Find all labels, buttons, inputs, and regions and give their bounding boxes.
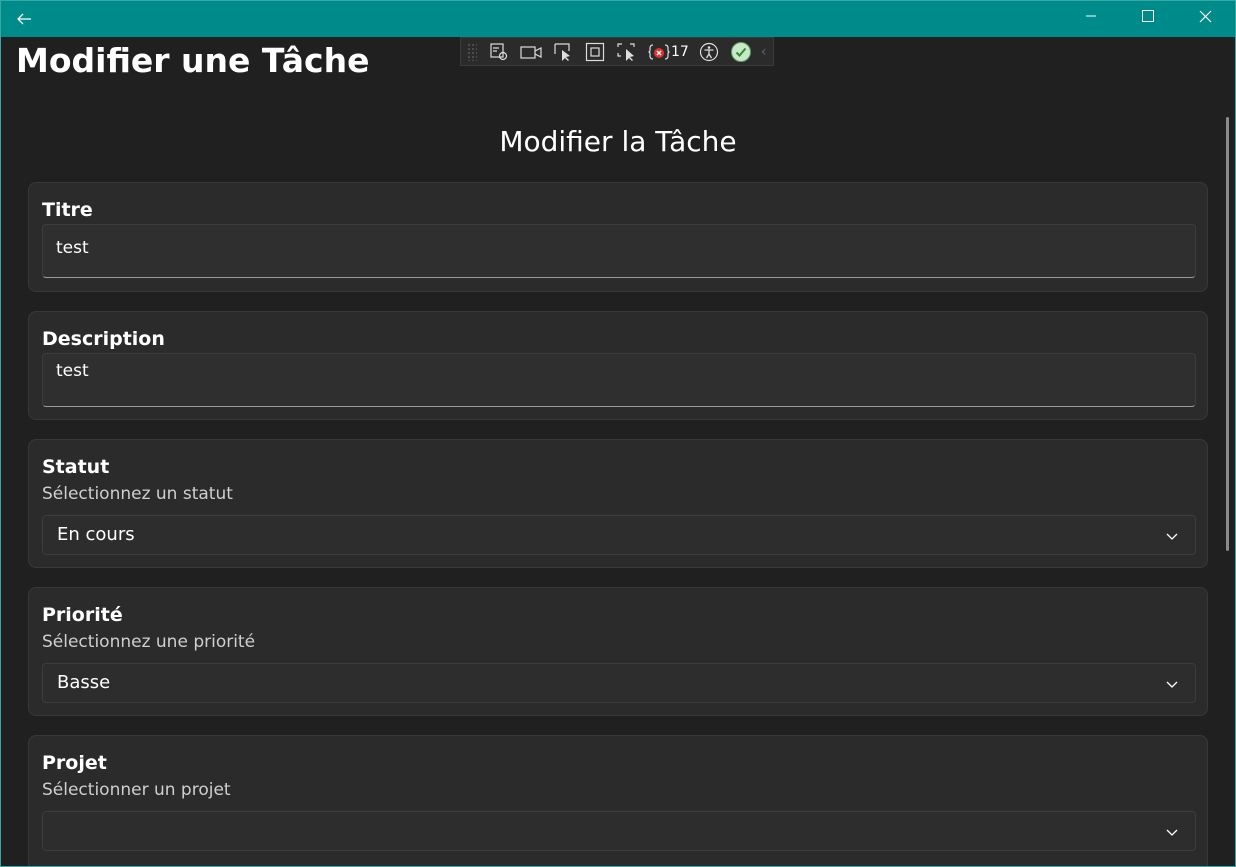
priority-label: Priorité [42, 604, 123, 626]
focus-track-icon [617, 42, 635, 61]
priority-card: Priorité Sélectionnez une priorité Basse [28, 587, 1208, 716]
form-title: Modifier la Tâche [499, 125, 737, 158]
status-hint: Sélectionnez un statut [42, 484, 233, 504]
accessibility-icon [699, 42, 718, 61]
binding-error-icon [648, 43, 670, 60]
collapse-toolbar-icon[interactable]: ‹ [761, 44, 767, 60]
description-card: Description test [28, 311, 1208, 420]
title-input[interactable]: test [42, 224, 1196, 278]
track-focused-element-button[interactable] [611, 39, 643, 65]
page-title: Modifier une Tâche [16, 41, 370, 80]
visual-tree-icon [490, 42, 508, 60]
title-card: Titre test [28, 182, 1208, 292]
description-label: Description [42, 328, 165, 350]
binding-failure-count: 17 [671, 43, 689, 60]
minimize-button[interactable] [1063, 1, 1119, 31]
maximize-button[interactable] [1120, 1, 1176, 31]
select-pointer-icon [554, 42, 570, 61]
description-input[interactable]: test [42, 353, 1196, 407]
chevron-down-icon [1166, 681, 1178, 688]
status-selected-value: En cours [57, 524, 135, 545]
display-layout-adorners-button[interactable] [579, 39, 611, 65]
camera-icon [520, 45, 542, 59]
record-button[interactable] [515, 39, 547, 65]
status-label: Statut [42, 456, 110, 478]
select-element-button[interactable] [547, 39, 579, 65]
xaml-debug-toolbar: 17 ‹ [460, 37, 774, 66]
close-icon [1199, 10, 1211, 22]
priority-selected-value: Basse [57, 672, 111, 693]
title-bar [1, 1, 1235, 37]
priority-select[interactable]: Basse [42, 663, 1196, 703]
back-button[interactable] [9, 5, 39, 33]
chevron-down-icon [1166, 533, 1178, 540]
accessibility-checker-button[interactable] [693, 39, 725, 65]
status-select[interactable]: En cours [42, 515, 1196, 555]
status-card: Statut Sélectionnez un statut En cours [28, 439, 1208, 568]
toolbar-grip[interactable] [467, 42, 477, 61]
back-arrow-icon [17, 13, 31, 25]
minimize-icon [1086, 15, 1096, 17]
priority-hint: Sélectionnez une priorité [42, 632, 256, 652]
maximize-icon [1142, 10, 1154, 22]
project-label: Projet [42, 752, 107, 774]
close-button[interactable] [1177, 1, 1233, 31]
project-card: Projet Sélectionner un projet [28, 735, 1208, 866]
hot-reload-status[interactable] [730, 41, 751, 62]
title-label: Titre [42, 199, 93, 221]
project-select[interactable] [42, 811, 1196, 851]
checkmark-icon [735, 47, 747, 57]
vertical-scrollbar[interactable] [1226, 117, 1229, 551]
layout-adorner-icon [585, 42, 605, 61]
chevron-down-icon [1166, 829, 1178, 836]
app-window: 17 ‹ Modifier une Tâche Modifier la Tâch… [0, 0, 1236, 867]
project-hint: Sélectionner un projet [42, 780, 231, 800]
live-visual-tree-button[interactable] [483, 39, 515, 65]
